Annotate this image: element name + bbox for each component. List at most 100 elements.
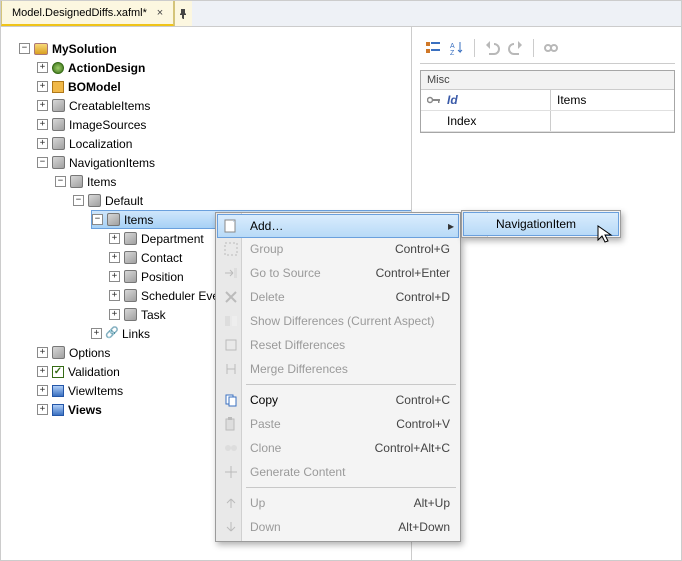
expand-icon[interactable]: +: [37, 385, 48, 396]
menu-label: Merge Differences: [244, 362, 458, 376]
expand-icon[interactable]: +: [91, 328, 102, 339]
diff-icon: [218, 313, 244, 329]
view-icon: [52, 385, 64, 397]
tree-label: Task: [141, 308, 166, 322]
property-category[interactable]: Misc: [421, 71, 674, 90]
tree-label: ImageSources: [69, 118, 146, 132]
tree-item-default[interactable]: − Default: [73, 191, 407, 210]
separator: [474, 39, 475, 57]
property-label: Index: [447, 114, 476, 128]
tree-label: Department: [141, 232, 204, 246]
close-icon[interactable]: ×: [153, 7, 167, 19]
expand-icon[interactable]: +: [37, 62, 48, 73]
expand-icon[interactable]: −: [19, 43, 30, 54]
cube-icon: [124, 270, 137, 283]
tree-label: Views: [68, 403, 102, 417]
links-button[interactable]: [540, 37, 562, 59]
menu-copy[interactable]: Copy Control+C: [218, 388, 458, 412]
menu-up[interactable]: Up Alt+Up: [218, 491, 458, 515]
tree-item-creatableitems[interactable]: + CreatableItems: [37, 96, 407, 115]
expand-icon[interactable]: +: [37, 366, 48, 377]
submenu-arrow-icon: ▸: [444, 219, 458, 233]
cube-icon: [88, 194, 101, 207]
cube-icon: [52, 118, 65, 131]
tree-root[interactable]: − MySolution: [19, 39, 407, 58]
key-icon: [427, 95, 441, 105]
menu-label: Add…: [244, 219, 444, 233]
property-value-id[interactable]: Items: [551, 90, 674, 110]
expand-icon[interactable]: +: [109, 252, 120, 263]
menu-shortcut: Control+V: [396, 417, 458, 431]
tab-title: Model.DesignedDiffs.xafml*: [12, 7, 147, 19]
menu-add[interactable]: Add… ▸: [217, 214, 459, 238]
menu-generate[interactable]: Generate Content: [218, 460, 458, 484]
property-name-id: Id: [421, 90, 551, 110]
alphabetical-button[interactable]: AZ: [446, 37, 468, 59]
expand-icon[interactable]: −: [92, 214, 103, 225]
expand-icon[interactable]: −: [55, 176, 66, 187]
menu-separator: [246, 487, 456, 488]
view-icon: [52, 404, 64, 416]
expand-icon[interactable]: +: [37, 138, 48, 149]
tree-item-navigationitems[interactable]: −NavigationItems: [37, 153, 407, 172]
tree-label: Links: [122, 327, 150, 341]
expand-icon[interactable]: +: [37, 404, 48, 415]
redo-button[interactable]: [505, 37, 527, 59]
property-label: Id: [447, 93, 458, 107]
tree-item-localization[interactable]: +Localization: [37, 134, 407, 153]
categorized-button[interactable]: [422, 37, 444, 59]
menu-gotosource[interactable]: Go to Source Control+Enter: [218, 261, 458, 285]
menu-label: Reset Differences: [244, 338, 458, 352]
cube-icon: [70, 175, 83, 188]
submenu-navigationitem[interactable]: NavigationItem: [463, 212, 619, 236]
tree-label: Default: [105, 194, 143, 208]
expand-icon[interactable]: +: [37, 100, 48, 111]
cube-icon: [52, 99, 65, 112]
undo-button[interactable]: [481, 37, 503, 59]
menu-label: Paste: [244, 417, 396, 431]
menu-group[interactable]: Group Control+G: [218, 237, 458, 261]
expand-icon[interactable]: +: [37, 119, 48, 130]
cube-icon: [107, 213, 120, 226]
menu-delete[interactable]: Delete Control+D: [218, 285, 458, 309]
expand-icon[interactable]: +: [109, 290, 120, 301]
paste-icon: [218, 416, 244, 432]
tab-active[interactable]: Model.DesignedDiffs.xafml* ×: [1, 1, 174, 26]
cube-icon: [124, 308, 137, 321]
property-grid[interactable]: Misc Id Items Index: [420, 70, 675, 133]
menu-paste[interactable]: Paste Control+V: [218, 412, 458, 436]
menu-shortcut: Control+Alt+C: [375, 441, 458, 455]
tree-label: ActionDesign: [68, 61, 145, 75]
expand-icon[interactable]: +: [37, 81, 48, 92]
expand-icon[interactable]: +: [109, 271, 120, 282]
pin-button[interactable]: [174, 1, 192, 26]
expand-icon[interactable]: −: [37, 157, 48, 168]
expand-icon[interactable]: +: [109, 309, 120, 320]
reset-icon: [218, 337, 244, 353]
menu-separator: [246, 384, 456, 385]
menu-resetdiff[interactable]: Reset Differences: [218, 333, 458, 357]
property-row-id[interactable]: Id Items: [421, 90, 674, 111]
expand-icon[interactable]: +: [37, 347, 48, 358]
tree-item-imagesources[interactable]: + ImageSources: [37, 115, 407, 134]
menu-shortcut: Alt+Up: [414, 496, 458, 510]
property-value-index[interactable]: [551, 111, 674, 131]
cursor-icon: [597, 225, 615, 246]
menu-label: Up: [244, 496, 414, 510]
property-name-index: Index: [421, 111, 551, 131]
tree-item-bomodel[interactable]: + BOModel: [37, 77, 407, 96]
tree-label: BOModel: [68, 80, 121, 94]
menu-mergediff[interactable]: Merge Differences: [218, 357, 458, 381]
tree-label: CreatableItems: [69, 99, 150, 113]
menu-showdiff[interactable]: Show Differences (Current Aspect): [218, 309, 458, 333]
menu-label: Clone: [244, 441, 375, 455]
context-menu: Add… ▸ Group Control+G Go to Source Cont…: [215, 212, 461, 542]
menu-down[interactable]: Down Alt+Down: [218, 515, 458, 539]
property-row-index[interactable]: Index: [421, 111, 674, 132]
svg-text:A: A: [450, 43, 455, 50]
tree-item-actiondesign[interactable]: + ActionDesign: [37, 58, 407, 77]
expand-icon[interactable]: −: [73, 195, 84, 206]
tree-item-items[interactable]: −Items: [55, 172, 407, 191]
expand-icon[interactable]: +: [109, 233, 120, 244]
menu-clone[interactable]: Clone Control+Alt+C: [218, 436, 458, 460]
